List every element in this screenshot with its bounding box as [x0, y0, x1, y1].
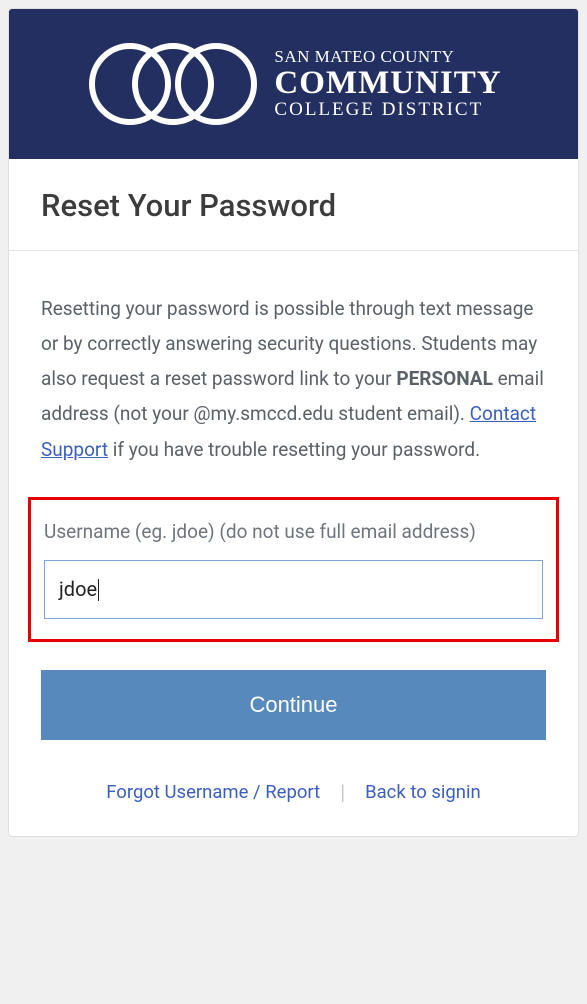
- username-label: Username (eg. jdoe) (do not use full ema…: [44, 518, 543, 547]
- footer-separator: |: [340, 780, 345, 804]
- text-caret-icon: [98, 579, 99, 601]
- logo-rings-icon: [85, 39, 260, 129]
- page-title: Reset Your Password: [41, 187, 546, 224]
- username-highlight-box: Username (eg. jdoe) (do not use full ema…: [28, 497, 559, 642]
- intro-bold: PERSONAL: [396, 367, 493, 390]
- org-line2: COMMUNITY: [274, 66, 501, 101]
- reset-password-card: SAN MATEO COUNTY COMMUNITY COLLEGE DISTR…: [8, 8, 579, 837]
- org-name: SAN MATEO COUNTY COMMUNITY COLLEGE DISTR…: [274, 48, 501, 120]
- org-header: SAN MATEO COUNTY COMMUNITY COLLEGE DISTR…: [9, 9, 578, 159]
- forgot-username-link[interactable]: Forgot Username / Report: [106, 781, 320, 803]
- content-area: Reset Your Password Resetting your passw…: [9, 159, 578, 836]
- divider: [9, 250, 578, 251]
- org-line1: SAN MATEO COUNTY: [274, 48, 501, 66]
- continue-button[interactable]: Continue: [41, 670, 546, 740]
- footer-links: Forgot Username / Report | Back to signi…: [41, 780, 546, 804]
- intro-text: Resetting your password is possible thro…: [41, 291, 546, 467]
- intro-part3: if you have trouble resetting your passw…: [108, 438, 480, 461]
- username-input[interactable]: jdoe: [44, 560, 543, 619]
- username-value: jdoe: [59, 577, 97, 601]
- org-line3: COLLEGE DISTRICT: [274, 100, 501, 120]
- back-to-signin-link[interactable]: Back to signin: [365, 781, 481, 803]
